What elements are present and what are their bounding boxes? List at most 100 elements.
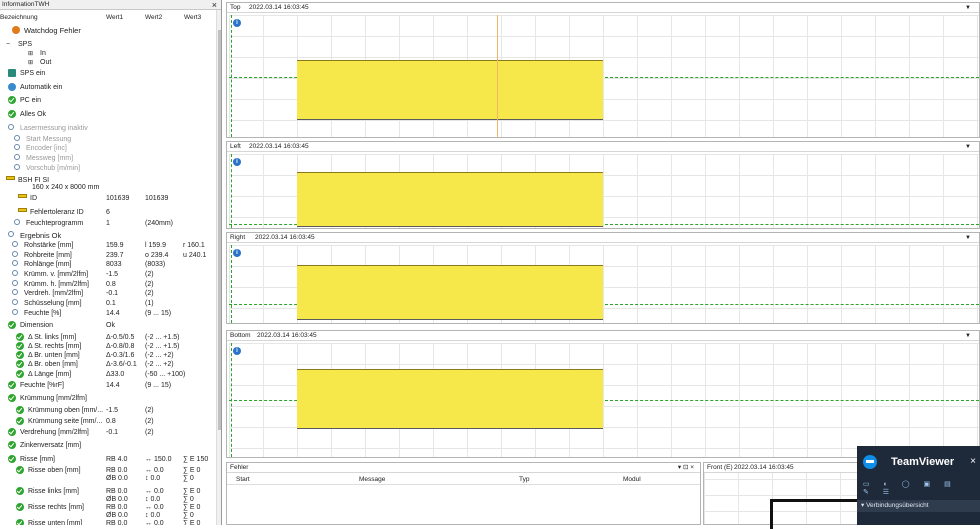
tree-row[interactable]: Lasermessung inaktiv — [0, 124, 221, 134]
profile-plot[interactable]: i — [229, 15, 979, 137]
tree-row[interactable]: ØB 0.0 ↕ 0.0 ∑ 0 — [0, 474, 221, 484]
row-label: Krümmung oben [mm/... — [28, 407, 104, 414]
row-label: Risse unten [mm] — [28, 520, 83, 525]
check-ok-icon — [16, 351, 24, 359]
tree-row[interactable]: SPS ein — [0, 69, 221, 79]
row-label: Feuchteprogramm — [26, 220, 84, 227]
tree-row[interactable]: ⊞ Out — [0, 58, 221, 68]
col-wert3[interactable]: Wert3 — [184, 14, 201, 21]
chevron-down-icon[interactable]: ▼ — [965, 233, 971, 243]
view-panel-right: Right 2022.03.14 16:03:45 ▼ i — [226, 232, 980, 324]
chevron-down-icon[interactable]: ▼ — [965, 3, 971, 13]
row-label: Vorschub [m/min] — [26, 165, 81, 172]
board-profile — [297, 172, 603, 227]
row-label: Feuchte [%rF] — [20, 382, 64, 389]
col-start[interactable]: Start — [236, 476, 250, 483]
scrollbar-thumb[interactable] — [218, 30, 221, 430]
row-label: Messweg [mm] — [26, 155, 74, 162]
tree-row[interactable]: Ergebnis Ok — [0, 231, 221, 241]
teamviewer-toolbar-icons[interactable]: ▭ ◐ ◯ ▣ ▤ ✎ ☰ — [863, 480, 975, 496]
profile-plot[interactable]: i — [229, 245, 979, 323]
col-wert1[interactable]: Wert1 — [106, 14, 123, 21]
left-reference-line — [231, 154, 232, 228]
tree-row[interactable]: Δ Br. oben [mm] Δ-3.6/-0.1 (-2 ... +2) — [0, 360, 221, 370]
tree-row[interactable]: Δ Länge [mm] Δ33.0 (-50 ... +100) — [0, 370, 221, 380]
connection-overview-bar[interactable]: ▾ Verbindungsübersicht — [857, 500, 980, 512]
tree-row[interactable]: Vorschub [m/min] — [0, 164, 221, 174]
profile-plot[interactable]: i — [229, 343, 979, 457]
sensor-icon — [12, 289, 18, 295]
panel-timestamp: 2022.03.14 16:03:45 — [257, 332, 317, 339]
tree-row[interactable]: ID 101639 101639 — [0, 194, 221, 204]
tree-row[interactable]: Rohstärke [mm] 159.9 l 159.9 r 160.1 — [0, 241, 221, 251]
check-ok-icon — [16, 417, 24, 425]
error-panel-title: Fehler — [230, 464, 249, 471]
check-ok-icon — [8, 110, 16, 118]
sps-icon — [8, 69, 16, 77]
tree-row[interactable]: Krümmung seite [mm/... 0.8 (2) — [0, 417, 221, 427]
tree-row[interactable]: Schüsselung [mm] 0.1 (1) — [0, 299, 221, 309]
view-panel-left: Left 2022.03.14 16:03:45 ▼ i — [226, 141, 980, 229]
tree-row[interactable]: Feuchte [%] 14.4 (9 ... 15) — [0, 309, 221, 319]
tree-row[interactable]: Verdreh. [mm/2lfm] -0.1 (2) — [0, 289, 221, 299]
row-label: PC ein — [20, 97, 42, 104]
tree-row[interactable]: Zinkenversatz [mm] — [0, 441, 221, 451]
tree-row[interactable]: Automatik ein — [0, 83, 221, 93]
connection-overview-label: Verbindungsübersicht — [866, 502, 929, 509]
row-w1: RB 0.0 — [106, 520, 128, 525]
info-icon[interactable]: i — [233, 19, 241, 27]
info-icon[interactable]: i — [233, 158, 241, 166]
tree-row[interactable]: PC ein — [0, 96, 221, 106]
row-w1: 1 — [106, 220, 110, 227]
row-label: Krümmung [mm/2lfm] — [20, 395, 87, 402]
row-label: Risse [mm] — [20, 456, 55, 463]
close-icon[interactable]: × — [212, 0, 217, 10]
row-w1: 101639 — [106, 195, 130, 202]
row-w3: ∑ E 0 — [183, 520, 201, 525]
tree-row[interactable]: Verdrehung [mm/2lfm] -0.1 (2) — [0, 428, 221, 438]
info-icon[interactable]: i — [233, 347, 241, 355]
tree-row[interactable]: Encoder [inc] — [0, 144, 221, 154]
tree-row[interactable]: Rohlänge [mm] 8033 (8033) — [0, 260, 221, 270]
tree-row[interactable]: Feuchte [%rF] 14.4 (9 ... 15) — [0, 381, 221, 391]
panel-controls-icon[interactable]: ▾ ⊡ × — [678, 463, 694, 473]
check-ok-icon — [8, 455, 16, 463]
tree-row[interactable]: Watchdog Fehler — [0, 26, 221, 36]
error-panel: Fehler ▾ ⊡ × Start Message Typ Modul — [226, 462, 701, 525]
teamviewer-popup[interactable]: TeamViewer × ▭ ◐ ◯ ▣ ▤ ✎ ☰ ▾ Verbindungs… — [857, 446, 980, 525]
tree-row[interactable]: Risse unten [mm] RB 0.0 ↔ 0.0 ∑ E 0 — [0, 519, 221, 525]
tree-row[interactable]: Risse [mm] RB 4.0 ↔ 150.0 ∑ E 150 — [0, 455, 221, 465]
tree-row[interactable]: Messweg [mm] — [0, 154, 221, 164]
col-modul[interactable]: Modul — [623, 476, 641, 483]
sensor-icon — [12, 299, 18, 305]
tree-row[interactable]: Krümmung [mm/2lfm] — [0, 394, 221, 404]
row-w1: 14.4 — [106, 310, 120, 317]
col-typ[interactable]: Typ — [519, 476, 529, 483]
tree-row[interactable]: Krümmung oben [mm/... -1.5 (2) — [0, 406, 221, 416]
vertical-scrollbar[interactable] — [216, 10, 221, 525]
profile-plot[interactable]: i — [229, 154, 979, 228]
tree-row[interactable]: 160 x 240 x 8000 mm — [0, 183, 221, 193]
close-icon[interactable]: × — [970, 455, 976, 469]
col-bezeichnung[interactable]: Bezeichnung — [0, 14, 38, 21]
col-message[interactable]: Message — [359, 476, 385, 483]
tree-row[interactable]: Fehlertoleranz ID 6 — [0, 208, 221, 218]
error-table-header: Start Message Typ Modul — [227, 475, 700, 485]
board-icon — [18, 208, 27, 212]
row-w2: (9 ... 15) — [145, 310, 172, 317]
tree-row[interactable]: Krümm. v. [mm/2lfm] -1.5 (2) — [0, 270, 221, 280]
chevron-down-icon[interactable]: ▼ — [965, 331, 971, 341]
sensor-icon — [14, 219, 20, 225]
tree-row[interactable]: Dimension Ok — [0, 321, 221, 331]
tree-row[interactable]: Feuchteprogramm 1 (240mm) — [0, 219, 221, 229]
chevron-down-icon[interactable]: ▼ — [965, 142, 971, 152]
info-icon[interactable]: i — [233, 249, 241, 257]
check-ok-icon — [16, 333, 24, 341]
col-wert2[interactable]: Wert2 — [145, 14, 162, 21]
panel-title-bar: Left 2022.03.14 16:03:45 ▼ — [227, 142, 979, 152]
row-label: Krümmung seite [mm/... — [28, 418, 103, 425]
front-timestamp: 2022.03.14 16:03:45 — [734, 464, 794, 471]
teamviewer-title: TeamViewer — [891, 456, 955, 468]
node-icon: ⊞ — [28, 60, 34, 66]
tree-row[interactable]: Alles Ok — [0, 110, 221, 120]
